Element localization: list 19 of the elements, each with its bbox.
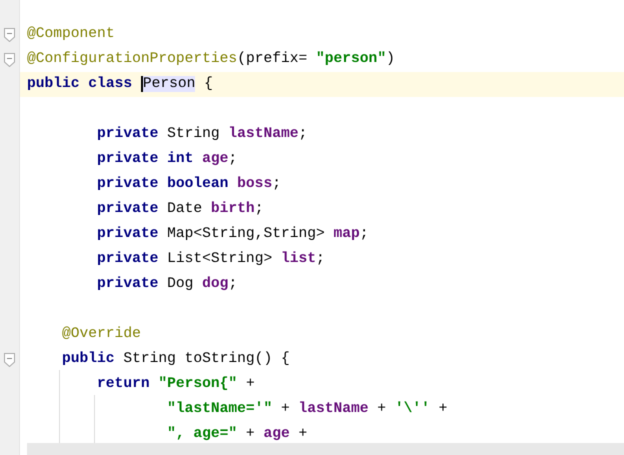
code-line: private Date birth; bbox=[97, 200, 264, 219]
horizontal-scrollbar[interactable] bbox=[27, 443, 624, 455]
fold-icon[interactable] bbox=[4, 52, 15, 66]
code-line: private Dog dog; bbox=[97, 275, 238, 294]
code-line: private Map<String,String> map; bbox=[97, 225, 369, 244]
fold-icon[interactable] bbox=[4, 28, 15, 42]
code-line: private boolean boss; bbox=[97, 175, 281, 194]
code-line: private List<String> list; bbox=[97, 250, 325, 269]
code-line: return "Person{" + bbox=[97, 375, 255, 394]
fold-icon[interactable] bbox=[4, 352, 15, 366]
code-line: "lastName='" + lastName + '\'' + bbox=[167, 400, 448, 419]
code-line: private String lastName; bbox=[97, 125, 308, 144]
code-line: public String toString() { bbox=[62, 350, 290, 369]
code-line: @Override bbox=[62, 325, 141, 344]
code-line: @ConfigurationProperties(prefix= "person") bbox=[27, 50, 395, 69]
code-line: @Component bbox=[27, 25, 115, 44]
code-line: ", age=" + age + bbox=[167, 425, 308, 444]
code-line: private int age; bbox=[97, 150, 238, 169]
code-line: public class Person { bbox=[27, 75, 213, 94]
